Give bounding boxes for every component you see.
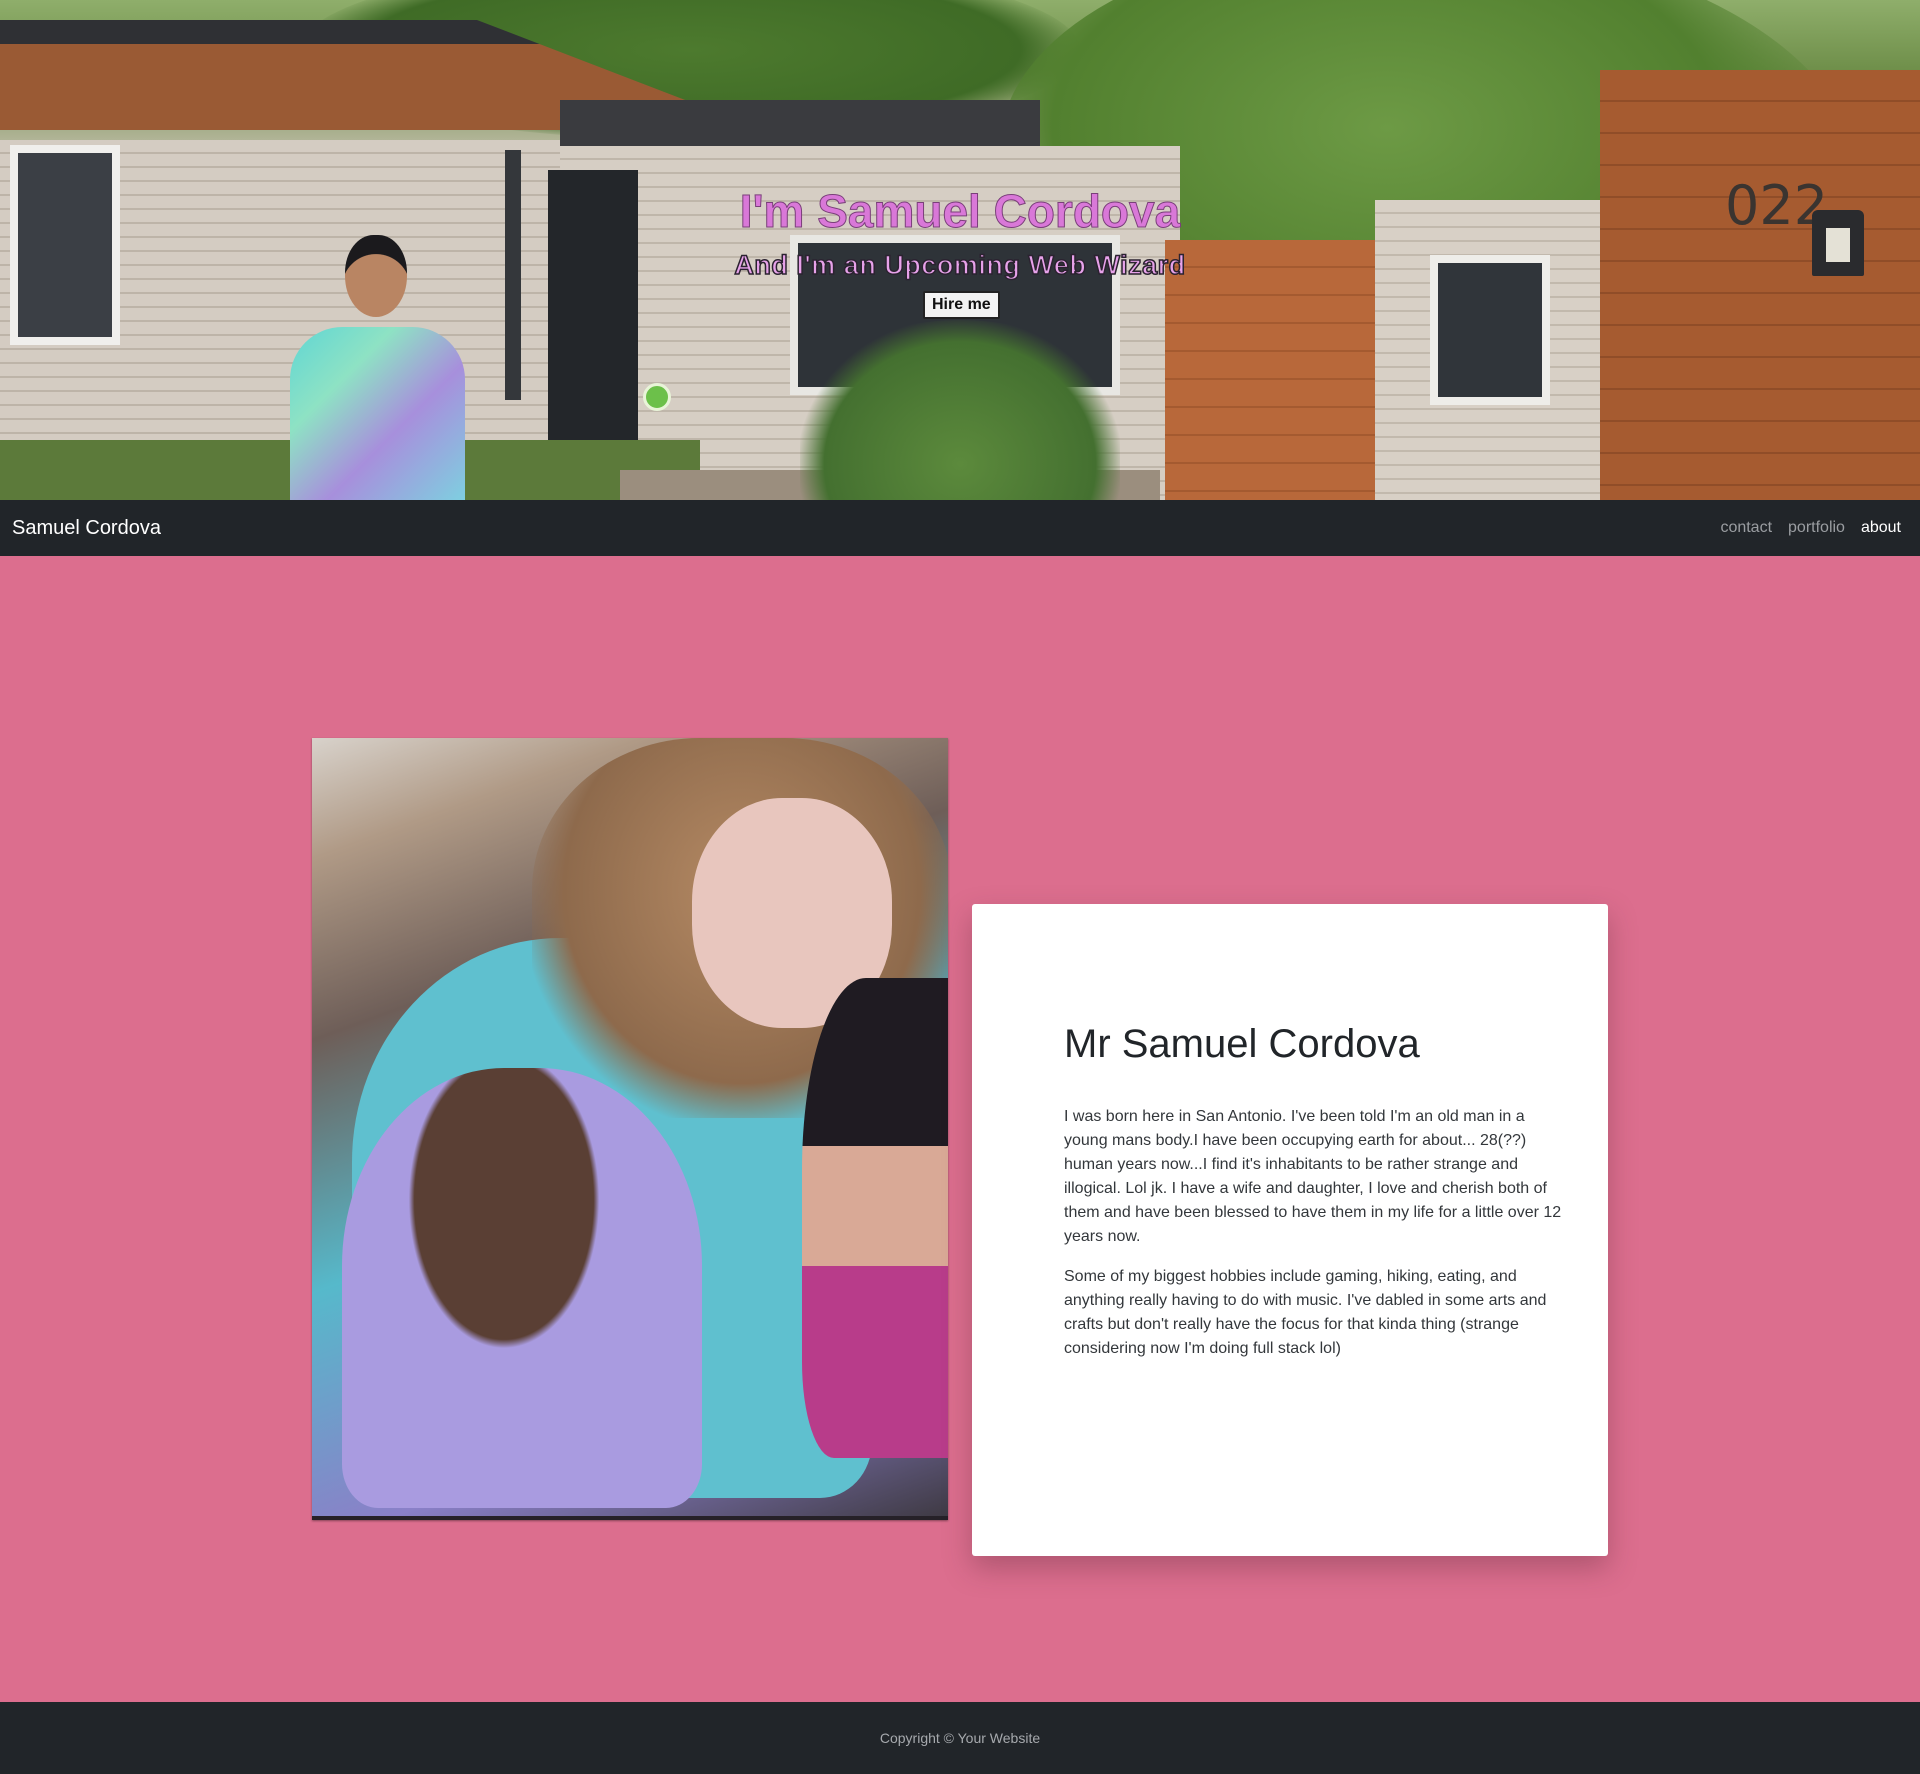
hero-person-shirt xyxy=(290,327,465,500)
about-heading: Mr Samuel Cordova xyxy=(1064,1022,1420,1066)
nav-link-about[interactable]: about xyxy=(1861,519,1901,537)
hero-window-left xyxy=(10,145,120,345)
about-paragraph-2: Some of my biggest hobbies include gamin… xyxy=(1064,1268,1547,1357)
photo-man xyxy=(802,978,948,1458)
photo-child xyxy=(342,1068,702,1508)
footer: Copyright © Your Website xyxy=(0,1702,1920,1774)
about-section: Mr Samuel Cordova I was born here in San… xyxy=(0,556,1920,1702)
nav-link-contact[interactable]: contact xyxy=(1720,519,1772,537)
footer-copyright: Copyright © Your Website xyxy=(879,1730,1041,1746)
hero-banner: 022 I'm Samuel Cordova And I'm an Upcomi… xyxy=(0,0,1920,500)
hero-yard-sign xyxy=(643,383,671,411)
navbar: Samuel Cordova contact portfolio about xyxy=(0,500,1920,556)
nav-links: contact portfolio about xyxy=(1720,519,1908,537)
hero-title: I'm Samuel Cordova xyxy=(739,185,1181,238)
hero-sago-palm xyxy=(800,320,1120,500)
family-photo-image xyxy=(312,738,948,1516)
hero-house-roof-middle xyxy=(560,100,1040,146)
hero-wood-siding-far xyxy=(1600,70,1920,500)
hero-subtitle: And I'm an Upcoming Web Wizard xyxy=(734,249,1186,281)
hire-me-button[interactable]: Hire me xyxy=(923,291,1000,319)
nav-link-portfolio[interactable]: portfolio xyxy=(1788,519,1845,537)
navbar-brand[interactable]: Samuel Cordova xyxy=(12,517,161,540)
about-paragraph-1: I was born here in San Antonio. I've bee… xyxy=(1064,1108,1562,1245)
about-card: Mr Samuel Cordova I was born here in San… xyxy=(972,904,1608,1556)
family-photo xyxy=(312,738,948,1520)
